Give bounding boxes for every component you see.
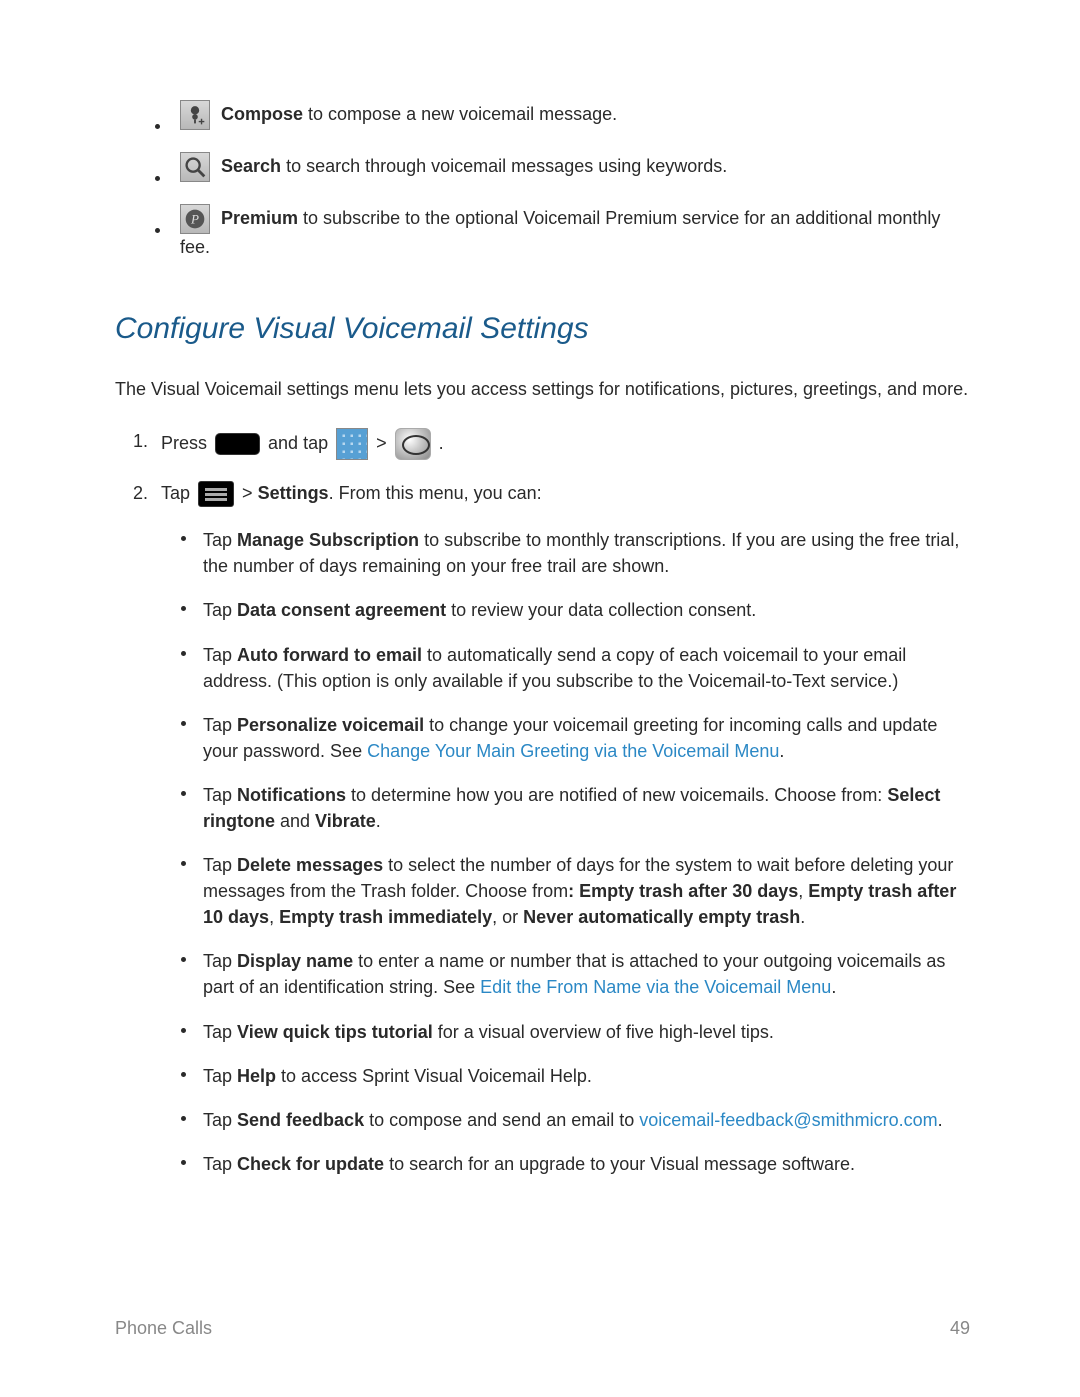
b: Check for update: [237, 1154, 384, 1174]
t: to search for an upgrade to your Visual …: [384, 1154, 855, 1174]
b: : Empty trash after 30 days: [568, 881, 798, 901]
t: Tap: [203, 715, 237, 735]
t: to determine how you are notified of new…: [346, 785, 887, 805]
t: .: [779, 741, 784, 761]
search-icon: [180, 152, 210, 182]
t: Tap: [203, 1022, 237, 1042]
b: Never automatically empty trash: [523, 907, 800, 927]
home-button-icon: [215, 433, 260, 455]
t: Tap: [203, 855, 237, 875]
t: to access Sprint Visual Voicemail Help.: [276, 1066, 592, 1086]
step-text: . From this menu, you can:: [329, 483, 542, 503]
menu-icon: [198, 481, 234, 507]
item-text: to compose a new voicemail message.: [303, 104, 617, 124]
list-item: Tap Display name to enter a name or numb…: [181, 948, 970, 1000]
steps-list: Press and tap > . Tap > Settings. From t…: [133, 428, 970, 1177]
t: and: [275, 811, 315, 831]
b: Data consent agreement: [237, 600, 446, 620]
item-bold: Premium: [221, 208, 298, 228]
b: Manage Subscription: [237, 530, 419, 550]
t: to compose and send an email to: [364, 1110, 639, 1130]
item-text: to search through voicemail messages usi…: [281, 156, 727, 176]
t: Tap: [203, 1154, 237, 1174]
b: Empty trash immediately: [279, 907, 492, 927]
t: .: [831, 977, 836, 997]
step-text: Press: [161, 433, 212, 453]
step-text: .: [439, 433, 444, 453]
list-item: Tap Data consent agreement to review you…: [181, 597, 970, 623]
step-text: Tap: [161, 483, 195, 503]
t: Tap: [203, 600, 237, 620]
list-item: Tap Send feedback to compose and send an…: [181, 1107, 970, 1133]
b: Auto forward to email: [237, 645, 422, 665]
t: ,: [269, 907, 279, 927]
b: View quick tips tutorial: [237, 1022, 433, 1042]
link-displayname[interactable]: Edit the From Name via the Voicemail Men…: [480, 977, 831, 997]
voicemail-icon: [395, 428, 431, 460]
t: ,: [798, 881, 808, 901]
step-text: >: [242, 483, 258, 503]
list-item: Compose to compose a new voicemail messa…: [155, 100, 970, 130]
list-item: P Premium to subscribe to the optional V…: [155, 204, 970, 261]
intro-paragraph: The Visual Voicemail settings menu lets …: [115, 376, 970, 403]
item-bold: Search: [221, 156, 281, 176]
step-bold: Settings: [258, 483, 329, 503]
t: Tap: [203, 1110, 237, 1130]
step-text: and tap: [268, 433, 333, 453]
footer-section: Phone Calls: [115, 1315, 212, 1342]
compose-icon: [180, 100, 210, 130]
b: Send feedback: [237, 1110, 364, 1130]
step-item: Press and tap > .: [133, 428, 970, 460]
b: Help: [237, 1066, 276, 1086]
t: Tap: [203, 645, 237, 665]
footer-page-number: 49: [950, 1315, 970, 1342]
section-heading: Configure Visual Voicemail Settings: [115, 306, 970, 351]
list-item: Search to search through voicemail messa…: [155, 152, 970, 182]
list-item: Tap Auto forward to email to automatical…: [181, 642, 970, 694]
list-item: Tap Delete messages to select the number…: [181, 852, 970, 930]
b: Delete messages: [237, 855, 383, 875]
list-item: Tap View quick tips tutorial for a visua…: [181, 1019, 970, 1045]
list-item: Tap Personalize voicemail to change your…: [181, 712, 970, 764]
list-item: Tap Check for update to search for an up…: [181, 1151, 970, 1177]
t: to review your data collection consent.: [446, 600, 756, 620]
top-icon-list: Compose to compose a new voicemail messa…: [155, 100, 970, 261]
t: Tap: [203, 951, 237, 971]
t: .: [938, 1110, 943, 1130]
step-item: Tap > Settings. From this menu, you can:…: [133, 480, 970, 1177]
list-item: Tap Help to access Sprint Visual Voicema…: [181, 1063, 970, 1089]
step-text: >: [376, 433, 392, 453]
link-feedback-email[interactable]: voicemail-feedback@smithmicro.com: [639, 1110, 937, 1130]
b: Personalize voicemail: [237, 715, 424, 735]
premium-icon: P: [180, 204, 210, 234]
b: Vibrate: [315, 811, 376, 831]
t: .: [376, 811, 381, 831]
t: Tap: [203, 1066, 237, 1086]
svg-text:P: P: [190, 212, 199, 227]
link-greeting[interactable]: Change Your Main Greeting via the Voicem…: [367, 741, 779, 761]
list-item: Tap Notifications to determine how you a…: [181, 782, 970, 834]
t: for a visual overview of five high-level…: [433, 1022, 774, 1042]
t: .: [800, 907, 805, 927]
t: Tap: [203, 530, 237, 550]
b: Notifications: [237, 785, 346, 805]
t: , or: [492, 907, 523, 927]
settings-sublist: Tap Manage Subscription to subscribe to …: [181, 527, 970, 1177]
b: Display name: [237, 951, 353, 971]
item-bold: Compose: [221, 104, 303, 124]
document-page: Compose to compose a new voicemail messa…: [0, 0, 1080, 1177]
list-item: Tap Manage Subscription to subscribe to …: [181, 527, 970, 579]
page-footer: Phone Calls 49: [115, 1315, 970, 1342]
t: Tap: [203, 785, 237, 805]
apps-grid-icon: [336, 428, 368, 460]
